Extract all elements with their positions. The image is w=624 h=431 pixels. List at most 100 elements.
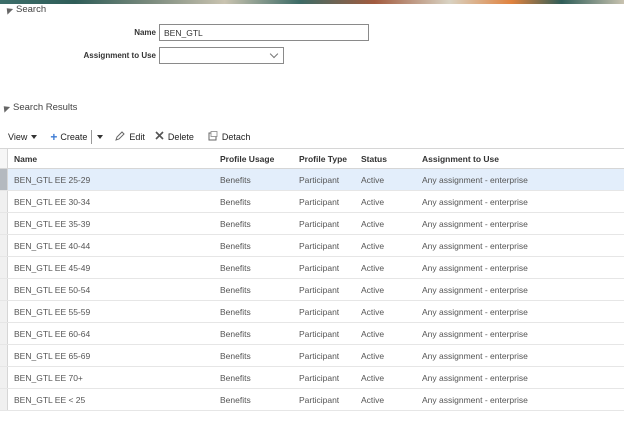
- row-header[interactable]: [0, 257, 8, 278]
- cell-assignment: Any assignment - enterprise: [422, 284, 528, 295]
- table-row[interactable]: BEN_GTL EE 35-39 Benefits Participant Activ…: [0, 213, 624, 235]
- cell-profile-usage: Benefits: [220, 306, 251, 317]
- row-header[interactable]: [0, 345, 8, 366]
- table-row[interactable]: BEN_GTL EE < 25 Benefits Participant Active…: [0, 389, 624, 411]
- cell-profile-usage: Benefits: [220, 240, 251, 251]
- cell-profile-type: Participant: [299, 394, 340, 405]
- table-row[interactable]: BEN_GTL EE 40-44 Benefits Participant Activ…: [0, 235, 624, 257]
- cell-name: BEN_GTL EE 55-59: [14, 306, 91, 317]
- row-header[interactable]: [0, 235, 8, 256]
- cell-profile-type: Participant: [299, 174, 340, 185]
- row-header[interactable]: [0, 367, 8, 388]
- create-label: Create: [60, 132, 88, 142]
- row-header-corner: [0, 149, 8, 168]
- cell-assignment: Any assignment - enterprise: [422, 218, 528, 229]
- chevron-down-icon: [269, 49, 279, 59]
- cell-name: BEN_GTL EE 25-29: [14, 174, 91, 185]
- table-row[interactable]: BEN_GTL EE 25-29 Benefits Participant Activ…: [0, 169, 624, 191]
- delete-label: Delete: [167, 132, 194, 142]
- pencil-icon: [115, 130, 126, 144]
- row-header[interactable]: [0, 191, 8, 212]
- cell-assignment: Any assignment - enterprise: [422, 394, 528, 405]
- edit-button[interactable]: Edit: [115, 130, 145, 144]
- cell-name: BEN_GTL EE 60-64: [14, 328, 91, 339]
- column-header-name[interactable]: Name: [8, 154, 214, 164]
- search-section-header[interactable]: Search: [3, 4, 46, 15]
- results-section-header[interactable]: Search Results: [0, 102, 78, 113]
- table-row[interactable]: BEN_GTL EE 30-34 Benefits Participant Activ…: [0, 191, 624, 213]
- split-divider: [91, 130, 93, 144]
- collapse-triangle-icon[interactable]: [3, 4, 14, 15]
- create-dropdown-button[interactable]: [97, 135, 104, 139]
- row-header[interactable]: [0, 169, 8, 190]
- table-row[interactable]: BEN_GTL EE 45-49 Benefits Participant Activ…: [0, 257, 624, 279]
- cell-profile-usage: Benefits: [220, 196, 251, 207]
- name-input[interactable]: [159, 24, 369, 41]
- collapse-triangle-icon[interactable]: [0, 102, 11, 113]
- results-section-title: Search Results: [13, 102, 78, 113]
- column-header-status[interactable]: Status: [355, 154, 416, 164]
- cell-profile-type: Participant: [299, 284, 340, 295]
- cell-assignment: Any assignment - enterprise: [422, 196, 528, 207]
- assignment-select[interactable]: [159, 47, 284, 64]
- table-row[interactable]: BEN_GTL EE 50-54 Benefits Participant Activ…: [0, 279, 624, 301]
- table-row[interactable]: BEN_GTL EE 60-64 Benefits Participant Activ…: [0, 323, 624, 345]
- cell-profile-usage: Benefits: [220, 394, 251, 405]
- view-menu-button[interactable]: View: [8, 132, 38, 142]
- cell-name: BEN_GTL EE 35-39: [14, 218, 91, 229]
- table-row[interactable]: BEN_GTL EE 55-59 Benefits Participant Activ…: [0, 301, 624, 323]
- caret-down-icon: [31, 135, 38, 139]
- column-header-profile-type[interactable]: Profile Type: [293, 154, 355, 164]
- create-button[interactable]: + Create: [50, 130, 88, 144]
- row-header[interactable]: [0, 389, 8, 410]
- cell-profile-usage: Benefits: [220, 174, 251, 185]
- cell-status: Active: [361, 394, 385, 405]
- column-header-assignment[interactable]: Assignment to Use: [416, 154, 624, 164]
- cell-status: Active: [361, 306, 385, 317]
- row-header[interactable]: [0, 301, 8, 322]
- edit-label: Edit: [129, 132, 145, 142]
- cell-status: Active: [361, 218, 385, 229]
- cell-status: Active: [361, 372, 385, 383]
- name-label: Name: [134, 28, 156, 37]
- cell-profile-usage: Benefits: [220, 372, 251, 383]
- cell-status: Active: [361, 284, 385, 295]
- cell-profile-type: Participant: [299, 218, 340, 229]
- results-toolbar: View + Create Edit Delete Detach: [8, 130, 260, 144]
- cell-assignment: Any assignment - enterprise: [422, 240, 528, 251]
- row-header[interactable]: [0, 279, 8, 300]
- cell-assignment: Any assignment - enterprise: [422, 174, 528, 185]
- cell-name: BEN_GTL EE 30-34: [14, 196, 91, 207]
- table-row[interactable]: BEN_GTL EE 65-69 Benefits Participant Activ…: [0, 345, 624, 367]
- cell-name: BEN_GTL EE 40-44: [14, 240, 91, 251]
- results-table: Name Profile Usage Profile Type Status A…: [0, 148, 624, 411]
- cell-profile-usage: Benefits: [220, 328, 251, 339]
- table-body: BEN_GTL EE 25-29 Benefits Participant Activ…: [0, 169, 624, 411]
- caret-down-icon: [97, 135, 104, 139]
- cell-profile-type: Participant: [299, 306, 340, 317]
- cell-name: BEN_GTL EE 45-49: [14, 262, 91, 273]
- cell-name: BEN_GTL EE 70+: [14, 372, 83, 383]
- row-header[interactable]: [0, 213, 8, 234]
- cell-status: Active: [361, 174, 385, 185]
- cell-profile-type: Participant: [299, 350, 340, 361]
- cell-status: Active: [361, 328, 385, 339]
- cell-name: BEN_GTL EE 65-69: [14, 350, 91, 361]
- cell-assignment: Any assignment - enterprise: [422, 372, 528, 383]
- plus-icon: +: [50, 130, 58, 144]
- cell-status: Active: [361, 262, 385, 273]
- cell-name: BEN_GTL EE 50-54: [14, 284, 91, 295]
- assignment-label: Assignment to Use: [83, 51, 156, 60]
- cell-profile-type: Participant: [299, 262, 340, 273]
- row-header[interactable]: [0, 323, 8, 344]
- detach-label: Detach: [221, 132, 251, 142]
- delete-button[interactable]: Delete: [155, 131, 194, 143]
- detach-button[interactable]: Detach: [208, 130, 251, 144]
- detach-icon: [208, 130, 218, 144]
- cell-assignment: Any assignment - enterprise: [422, 306, 528, 317]
- column-header-profile-usage[interactable]: Profile Usage: [214, 154, 293, 164]
- table-row[interactable]: BEN_GTL EE 70+ Benefits Participant Active A…: [0, 367, 624, 389]
- cell-assignment: Any assignment - enterprise: [422, 350, 528, 361]
- cell-profile-type: Participant: [299, 372, 340, 383]
- cell-status: Active: [361, 350, 385, 361]
